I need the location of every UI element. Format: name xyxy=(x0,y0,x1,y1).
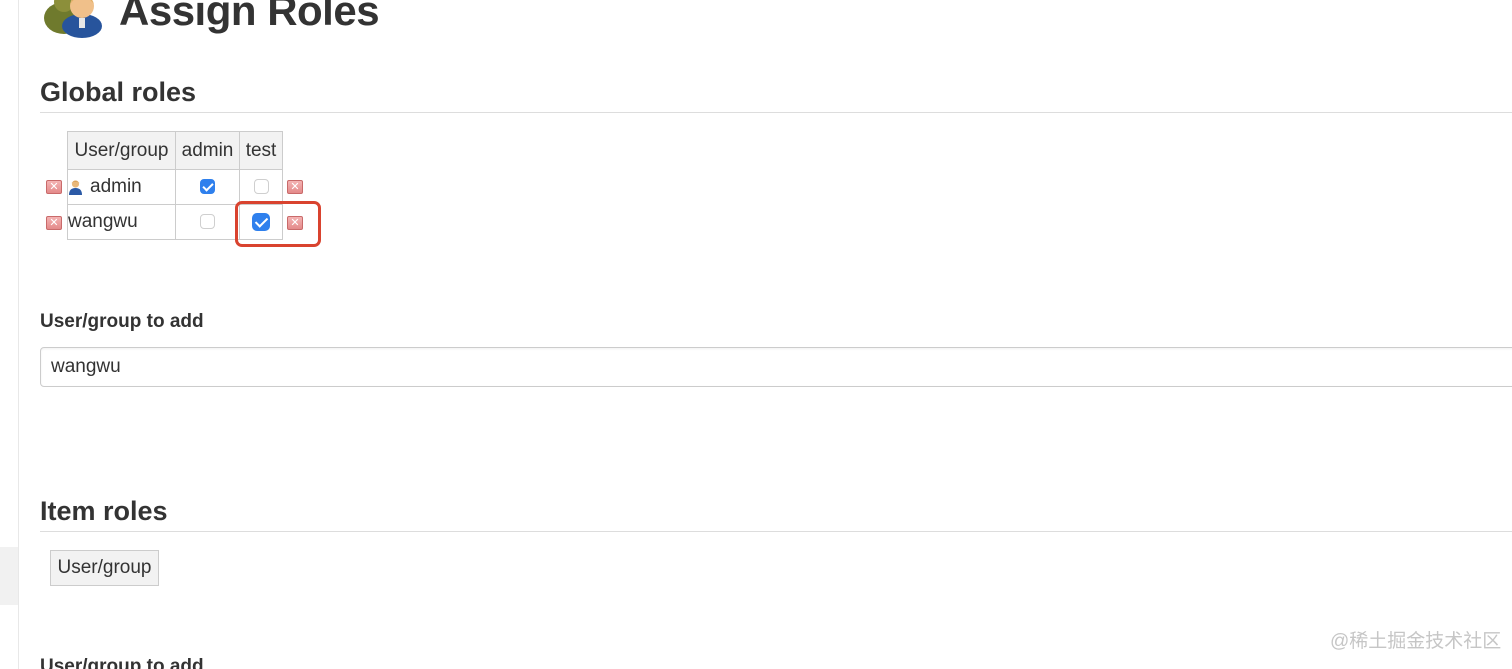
page-header: Assign Roles xyxy=(42,0,380,40)
checkbox-cell-wangwu-admin xyxy=(175,204,240,240)
role-checkbox-admin-admin[interactable] xyxy=(200,179,215,195)
checkbox-cell-admin-test xyxy=(239,169,283,205)
user-group-to-add-input[interactable] xyxy=(40,347,1512,387)
table-row: admin xyxy=(67,169,283,205)
column-header-user-group: User/group xyxy=(67,131,176,170)
item-roles-heading: Item roles xyxy=(40,496,168,526)
item-user-group-to-add-label: User/group to add xyxy=(40,656,204,669)
global-roles-heading: Global roles xyxy=(40,77,197,107)
item-roles-column-header-user-group: User/group xyxy=(50,550,159,586)
role-checkbox-admin-test[interactable] xyxy=(253,179,269,195)
table-row: wangwu xyxy=(67,204,283,240)
checkbox-cell-wangwu-test xyxy=(239,204,283,240)
page-title: Assign Roles xyxy=(119,0,380,34)
global-roles-table: User/group admin test admin wangwu xyxy=(67,131,283,240)
column-header-test: test xyxy=(239,131,283,170)
global-roles-divider xyxy=(40,112,1512,113)
users-icon xyxy=(44,0,102,38)
delete-icon[interactable]: ✕ xyxy=(46,180,62,194)
watermark: @稀土掘金技术社区 xyxy=(1330,631,1502,652)
role-checkbox-wangwu-admin[interactable] xyxy=(200,214,215,230)
delete-icon[interactable]: ✕ xyxy=(287,216,303,230)
user-icon xyxy=(69,180,82,195)
role-checkbox-wangwu-test[interactable] xyxy=(252,212,270,231)
item-roles-divider xyxy=(40,531,1512,532)
user-name-admin: admin xyxy=(90,176,142,197)
delete-icon[interactable]: ✕ xyxy=(287,180,303,194)
delete-icon[interactable]: ✕ xyxy=(46,216,62,230)
global-roles-header-row: User/group admin test xyxy=(67,131,283,170)
sidebar-active-item[interactable] xyxy=(0,547,18,605)
user-cell-wangwu: wangwu xyxy=(67,204,176,240)
checkbox-cell-admin-admin xyxy=(175,169,240,205)
user-group-to-add-label: User/group to add xyxy=(40,311,204,332)
user-cell-admin: admin xyxy=(67,169,176,205)
assign-roles-page: Assign Roles Global roles User/group adm… xyxy=(0,0,1512,669)
user-name-wangwu: wangwu xyxy=(68,211,138,232)
column-header-admin: admin xyxy=(175,131,240,170)
